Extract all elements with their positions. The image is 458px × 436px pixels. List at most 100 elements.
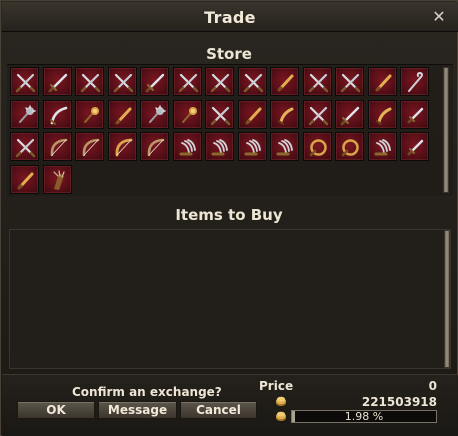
store-item-slot[interactable] <box>270 67 299 96</box>
store-item-slot[interactable] <box>75 67 104 96</box>
bow-icon <box>82 138 100 157</box>
crossed-swords-icon <box>340 73 361 93</box>
items-to-buy-title: Items to Buy <box>175 206 283 224</box>
store-item-slot[interactable] <box>75 99 104 129</box>
scimitar-icon <box>49 106 67 125</box>
buy-scrollbar[interactable] <box>444 230 450 368</box>
store-item-slot[interactable] <box>367 132 397 161</box>
store-item-slot[interactable] <box>302 67 332 96</box>
store-item-slot[interactable] <box>237 99 267 129</box>
store-item-slot[interactable] <box>335 67 364 96</box>
store-item-slot[interactable] <box>140 67 169 96</box>
store-item-slot[interactable] <box>107 132 137 161</box>
golden-blade-icon <box>17 172 34 189</box>
store-item-slot[interactable] <box>42 164 72 194</box>
store-scroll-thumb[interactable] <box>444 68 448 192</box>
store-item-slot[interactable] <box>10 67 39 96</box>
store-item-slot[interactable] <box>335 99 364 129</box>
store-item-slot[interactable] <box>270 132 299 161</box>
message-button[interactable]: Message <box>98 401 177 419</box>
store-item-slot[interactable] <box>42 132 72 161</box>
crossed-swords-icon <box>80 73 101 93</box>
store-panel <box>7 64 453 196</box>
store-item-slot[interactable] <box>172 67 202 96</box>
golden-blade-icon <box>245 107 261 124</box>
golden-blade-icon <box>277 74 294 92</box>
store-item-slot[interactable] <box>367 99 397 129</box>
gold-coin-icon <box>276 411 286 421</box>
curved-dagger-icon <box>278 107 294 125</box>
store-item-slot[interactable] <box>302 132 332 161</box>
claw-icon <box>244 139 261 156</box>
mace-icon <box>149 104 166 123</box>
store-item-slot[interactable] <box>367 67 397 96</box>
store-item-slot[interactable] <box>237 67 267 96</box>
crossed-swords-icon <box>15 138 36 158</box>
store-item-slot[interactable] <box>205 132 234 161</box>
sword-icon <box>340 106 360 125</box>
crossed-swords-icon <box>178 73 198 93</box>
trade-footer: Confirm an exchange? OK Message Cancel P… <box>2 374 458 436</box>
gold-coin-icon <box>276 396 286 406</box>
store-item-slot[interactable] <box>75 132 104 161</box>
golden-blade-icon <box>375 74 391 92</box>
buy-scroll-thumb[interactable] <box>445 231 449 367</box>
crossed-swords-icon <box>15 73 36 93</box>
store-item-slot[interactable] <box>335 132 364 161</box>
claw-icon <box>211 139 228 156</box>
store-item-slot[interactable] <box>400 99 429 129</box>
dagger-icon <box>407 139 424 156</box>
store-scrollbar[interactable] <box>443 67 449 193</box>
curved-dagger-icon <box>375 107 391 125</box>
quiver-icon <box>52 169 65 190</box>
confirm-exchange-text: Confirm an exchange? <box>72 385 222 399</box>
store-item-slot[interactable] <box>10 132 39 161</box>
store-title: Store <box>206 45 252 63</box>
store-item-slot[interactable] <box>42 99 72 129</box>
window-title: Trade <box>204 8 256 27</box>
golden-mace-icon <box>181 106 197 123</box>
claw-icon <box>276 139 293 156</box>
sword-icon <box>48 73 67 93</box>
claw-icon <box>374 139 391 156</box>
store-item-slot[interactable] <box>400 132 429 161</box>
ok-button[interactable]: OK <box>17 401 95 419</box>
crossed-swords-icon <box>113 73 133 93</box>
store-item-slot[interactable] <box>107 67 137 96</box>
crossed-swords-icon <box>243 73 263 93</box>
store-item-slot[interactable] <box>172 132 202 161</box>
inventory-progress-bar: 1.98 % <box>291 410 437 423</box>
sword-icon <box>145 73 165 93</box>
store-item-slot[interactable] <box>205 99 234 129</box>
items-to-buy-panel[interactable] <box>9 229 451 369</box>
store-item-slot[interactable] <box>400 67 429 96</box>
store-item-slot[interactable] <box>10 99 39 129</box>
store-item-slot[interactable] <box>302 99 332 129</box>
store-item-slot[interactable] <box>237 132 267 161</box>
trade-window: Trade ✕ Store Items to Buy Confirm an ex… <box>0 0 458 436</box>
golden-bow-icon <box>115 138 132 157</box>
crossed-swords-icon <box>308 73 328 93</box>
cancel-button[interactable]: Cancel <box>180 401 257 419</box>
title-bar[interactable]: Trade ✕ <box>2 2 458 32</box>
progress-text: 1.98 % <box>344 410 384 423</box>
gold-amount: 221503918 <box>361 395 437 409</box>
store-item-slot[interactable] <box>42 67 72 96</box>
price-value: 0 <box>428 379 437 393</box>
store-item-slot[interactable] <box>270 99 299 129</box>
store-item-slot[interactable] <box>107 99 137 129</box>
bow-icon <box>50 138 67 157</box>
close-icon[interactable]: ✕ <box>430 8 448 26</box>
store-item-slot[interactable] <box>10 164 39 194</box>
crossed-swords-icon <box>308 106 328 125</box>
store-item-slot[interactable] <box>172 99 202 129</box>
dagger-icon <box>407 107 424 123</box>
golden-blade-icon <box>115 107 131 124</box>
store-item-slot[interactable] <box>205 67 234 96</box>
claw-icon <box>179 139 196 156</box>
price-label: Price <box>259 379 294 393</box>
golden-ring-blade-icon <box>309 139 327 157</box>
store-item-slot[interactable] <box>140 99 169 129</box>
bow-icon <box>147 138 165 157</box>
store-item-slot[interactable] <box>140 132 169 161</box>
